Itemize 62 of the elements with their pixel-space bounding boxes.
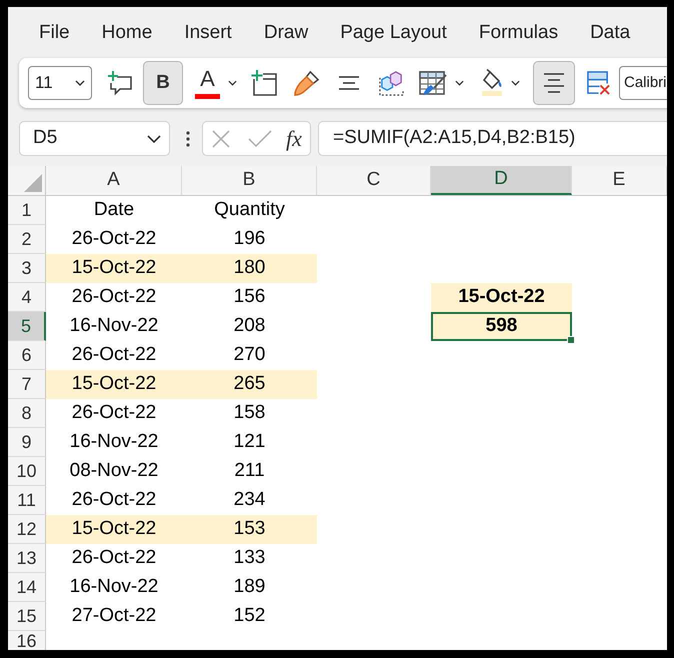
color-bar-icon <box>195 94 220 99</box>
vertical-dots-icon[interactable] <box>186 130 190 146</box>
align-center-button[interactable] <box>533 61 575 105</box>
row-header[interactable]: 7 <box>8 370 46 399</box>
fill-handle-icon[interactable] <box>567 336 575 344</box>
caret-icon[interactable] <box>511 80 520 86</box>
row-header[interactable]: 12 <box>8 515 46 544</box>
menu-tab[interactable]: Page Layout <box>340 20 447 48</box>
column-header[interactable]: E <box>572 166 667 195</box>
row-header[interactable]: 11 <box>8 486 46 515</box>
menu-tab[interactable]: Draw <box>264 20 308 48</box>
row-header[interactable]: 3 <box>8 254 46 283</box>
table-cell: 598 <box>431 312 572 341</box>
insert-function-button[interactable]: fx <box>286 126 302 150</box>
checkmark-icon[interactable] <box>248 130 272 148</box>
caret-icon[interactable] <box>228 80 237 86</box>
font-size-dropdown[interactable]: 11 <box>28 66 92 100</box>
menu-tab[interactable]: Insert <box>184 20 232 48</box>
menu-tab[interactable]: File <box>39 20 70 48</box>
table-brush-icon[interactable] <box>418 69 448 97</box>
column-header[interactable]: A <box>46 166 182 195</box>
row-header[interactable]: 2 <box>8 225 46 254</box>
table-cell: 180 <box>182 254 317 283</box>
table-cell: 15-Oct-22 <box>46 515 182 544</box>
comment-icon[interactable] <box>107 70 133 96</box>
menu-tab[interactable]: Home <box>102 20 152 48</box>
font-color-button[interactable]: A <box>195 65 220 101</box>
paintbrush-icon[interactable] <box>293 70 320 96</box>
center-text-icon[interactable] <box>338 75 360 91</box>
table-cell: 153 <box>182 515 317 544</box>
insert-icon[interactable] <box>250 69 278 97</box>
formula-field[interactable]: =SUMIF(A2:A15,D4,B2:B15) <box>318 121 667 156</box>
row-header[interactable]: 14 <box>8 573 46 602</box>
column-header[interactable]: D <box>431 166 572 195</box>
table-cell: 15-Oct-22 <box>46 370 182 399</box>
cubes-icon[interactable] <box>378 70 405 96</box>
row-header[interactable]: 15 <box>8 602 46 631</box>
row-header[interactable]: 10 <box>8 457 46 486</box>
column-header[interactable]: B <box>182 166 317 195</box>
row-header[interactable]: 13 <box>8 544 46 573</box>
chevron-down-icon <box>75 80 85 86</box>
chevron-down-icon[interactable] <box>147 134 161 142</box>
font-name-field[interactable]: Calibri <box>619 66 667 100</box>
triangle-icon <box>24 174 42 192</box>
row-header[interactable]: 9 <box>8 428 46 457</box>
row-header[interactable]: 5 <box>8 312 46 341</box>
caret-icon[interactable] <box>455 80 464 86</box>
menu-tab[interactable]: Formulas <box>478 20 558 48</box>
paint-bucket-icon[interactable] <box>481 69 503 97</box>
table-cell: 265 <box>182 370 317 399</box>
row-header[interactable]: 8 <box>8 399 46 428</box>
bold-button[interactable]: B <box>143 61 183 105</box>
row-header[interactable]: 4 <box>8 283 46 312</box>
align-center-icon <box>543 72 565 94</box>
row-header[interactable]: 6 <box>8 341 46 370</box>
name-box[interactable]: D5 <box>19 121 170 156</box>
menu-tab[interactable]: Data <box>590 20 630 48</box>
table-cell: 15-Oct-22 <box>431 283 572 312</box>
row-header[interactable]: 1 <box>8 196 46 225</box>
row-header[interactable]: 16 <box>8 631 46 650</box>
delete-table-icon[interactable] <box>586 70 611 96</box>
table-cell: 15-Oct-22 <box>46 254 182 283</box>
